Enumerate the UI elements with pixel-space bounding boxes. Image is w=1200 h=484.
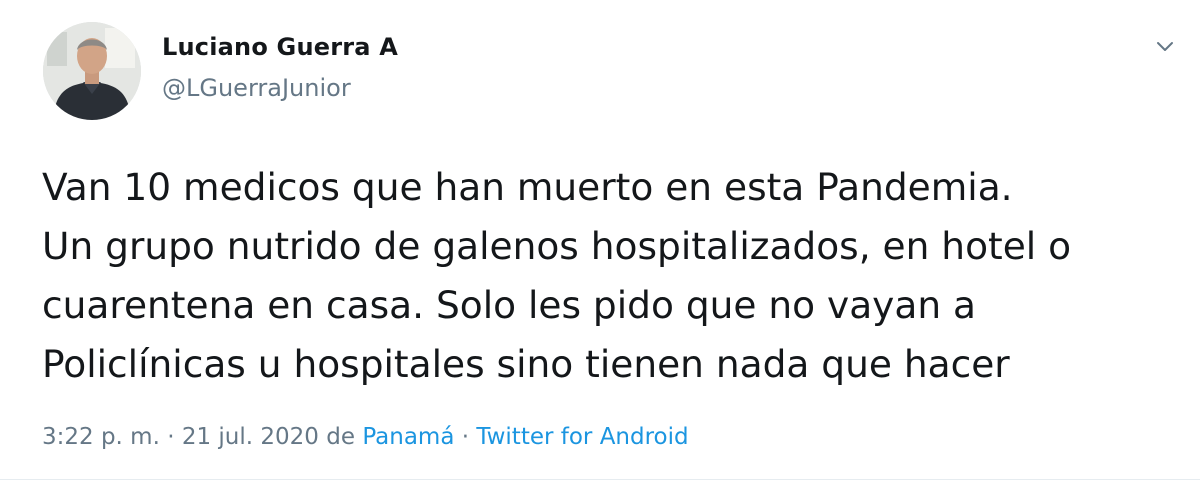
profile-photo-icon bbox=[43, 22, 141, 120]
tweet-text-line: cuarentena en casa. Solo les pido que no… bbox=[42, 283, 977, 327]
from-word: de bbox=[326, 424, 355, 450]
tweet-text: Van 10 medicos que han muerto en esta Pa… bbox=[42, 158, 1182, 394]
tweet-text-line: Un grupo nutrido de galenos hospitalizad… bbox=[42, 224, 1072, 268]
tweet-source-link[interactable]: Twitter for Android bbox=[476, 424, 688, 450]
author-handle[interactable]: @LGuerraJunior bbox=[162, 74, 351, 102]
tweet-card: Luciano Guerra A @LGuerraJunior Van 10 m… bbox=[0, 0, 1200, 484]
tweet-metadata: 3:22 p. m. · 21 jul. 2020 de Panamá · Tw… bbox=[42, 424, 689, 450]
meta-separator: · bbox=[167, 424, 175, 450]
tweet-text-line: Van 10 medicos que han muerto en esta Pa… bbox=[42, 165, 1013, 209]
tweet-date[interactable]: 21 jul. 2020 bbox=[182, 424, 319, 450]
divider bbox=[0, 479, 1200, 480]
meta-separator: · bbox=[461, 424, 470, 450]
tweet-time[interactable]: 3:22 p. m. bbox=[42, 424, 160, 450]
author-display-name[interactable]: Luciano Guerra A bbox=[162, 33, 398, 61]
tweet-text-line: Policlínicas u hospitales sino tienen na… bbox=[42, 342, 1010, 386]
chevron-down-icon[interactable] bbox=[1152, 34, 1178, 60]
tweet-location-link[interactable]: Panamá bbox=[362, 424, 454, 450]
avatar[interactable] bbox=[43, 22, 141, 120]
